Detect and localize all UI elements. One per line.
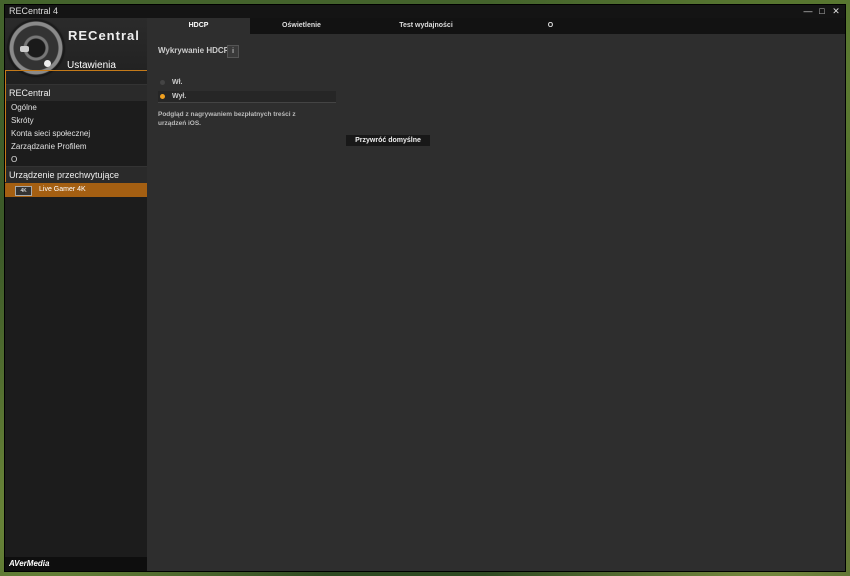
tab-bar: HDCP Oświetlenie Test wydajności O — [147, 18, 845, 34]
window-controls: — □ ✕ — [802, 5, 842, 18]
hdcp-note: Podgląd z nagrywaniem bezpłatnych treści… — [158, 111, 296, 127]
tab-lighting[interactable]: Oświetlenie — [250, 18, 353, 34]
window-title: RECentral 4 — [9, 6, 59, 16]
radio-label-off: Wył. — [172, 93, 187, 100]
radio-option-off[interactable]: Wył. — [158, 91, 336, 103]
device-name: Live Gamer 4K — [39, 186, 86, 193]
info-icon[interactable]: i — [227, 45, 239, 58]
brand-logo: RECentral — [68, 28, 140, 43]
restore-defaults-button[interactable]: Przywróć domyślne — [346, 135, 430, 146]
title-bar: RECentral 4 — □ ✕ — [5, 5, 845, 18]
tab-hdcp[interactable]: HDCP — [147, 18, 250, 34]
page-title: Ustawienia — [67, 60, 116, 71]
tab-performance-test[interactable]: Test wydajności — [353, 18, 499, 34]
radio-selected-icon — [160, 94, 165, 99]
sidebar-item-general[interactable]: Ogólne — [5, 101, 147, 114]
sidebar-item-social-accounts[interactable]: Konta sieci społecznej — [5, 127, 147, 140]
logo-area: RECentral Ustawienia — [5, 18, 147, 84]
disc-logo-icon — [8, 20, 64, 76]
main-panel: HDCP Oświetlenie Test wydajności O Wykry… — [147, 18, 845, 571]
maximize-button[interactable]: □ — [816, 5, 828, 18]
sidebar-item-device[interactable]: 4K Live Gamer 4K — [5, 183, 147, 197]
sidebar: RECentral Ustawienia RECentral Ogólne Sk… — [5, 18, 147, 571]
knob-icon — [44, 60, 51, 67]
record-icon — [20, 46, 29, 52]
radio-label-on: Wł. — [172, 79, 183, 86]
tab-about[interactable]: O — [499, 18, 602, 34]
avermedia-logo: AVerMedia — [5, 557, 147, 571]
close-button[interactable]: ✕ — [830, 5, 842, 18]
app-window: RECentral 4 — □ ✕ RECentral Ustawienia R… — [4, 4, 846, 572]
sidebar-item-profile-management[interactable]: Zarządzanie Profilem — [5, 140, 147, 153]
minimize-button[interactable]: — — [802, 5, 814, 18]
section-capture-device: Urządzenie przechwytujące — [5, 166, 147, 183]
sidebar-item-about[interactable]: O — [5, 153, 147, 166]
capture-device-icon: 4K — [15, 186, 32, 196]
radio-off-icon — [160, 80, 165, 85]
section-recentral: RECentral — [5, 84, 147, 101]
radio-option-on[interactable]: Wł. — [158, 77, 336, 88]
hdcp-detection-title: Wykrywanie HDCP — [158, 46, 229, 55]
sidebar-item-shortcuts[interactable]: Skróty — [5, 114, 147, 127]
